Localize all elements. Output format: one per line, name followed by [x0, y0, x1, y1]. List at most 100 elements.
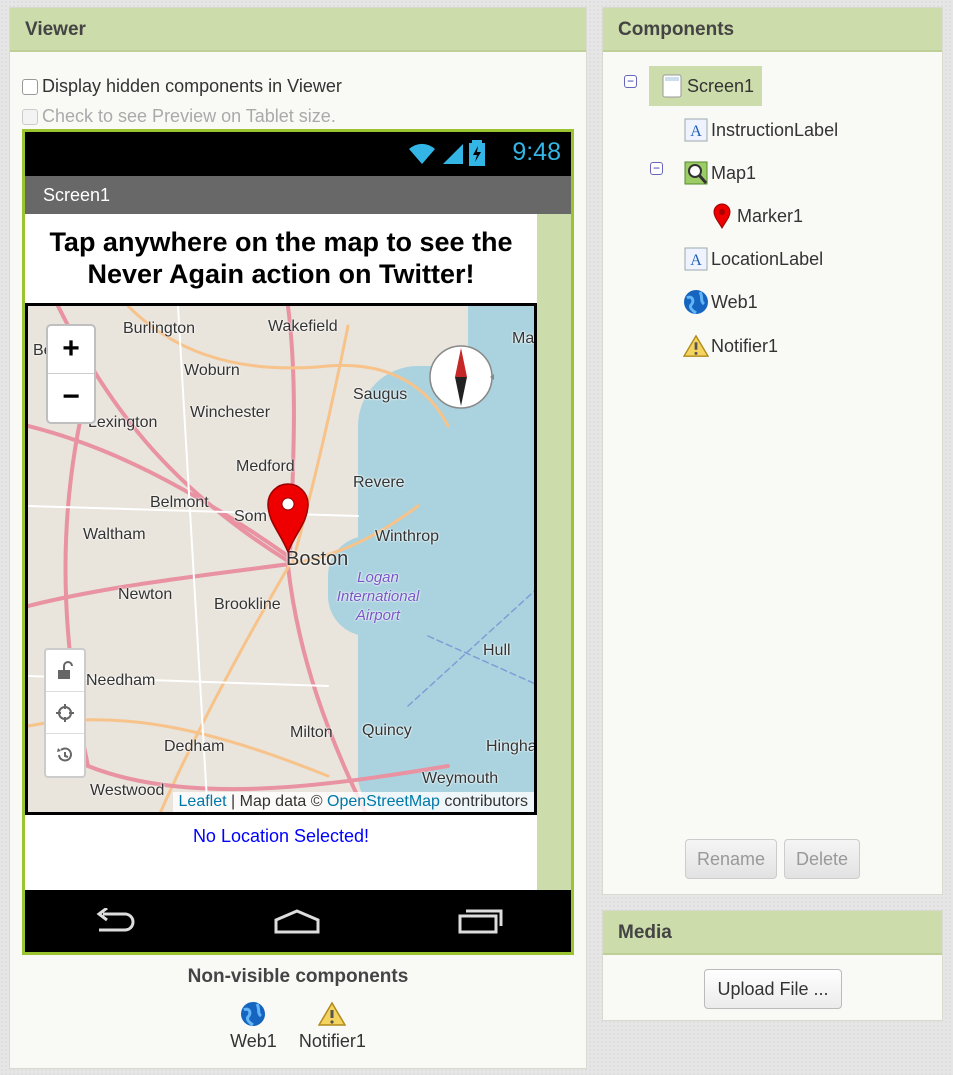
- tree-node-label: InstructionLabel: [711, 119, 839, 140]
- back-icon[interactable]: [93, 908, 137, 934]
- tree-node-instructionlabel[interactable]: A InstructionLabel: [683, 110, 838, 150]
- upload-file-button[interactable]: Upload File ...: [704, 969, 842, 1009]
- map-place-label: Saugus: [353, 386, 408, 403]
- svg-text:A: A: [690, 123, 702, 140]
- instruction-label[interactable]: Tap anywhere on the map to see the Never…: [25, 214, 537, 290]
- map-attribution: Leaflet | Map data © OpenStreetMap contr…: [172, 792, 534, 812]
- signal-icon: [443, 144, 463, 164]
- crosshair-icon[interactable]: [46, 692, 84, 734]
- nonvisible-label: Web1: [230, 1031, 277, 1051]
- map-icon: [683, 160, 709, 186]
- compass-icon[interactable]: [428, 344, 494, 410]
- nonvisible-notifier1[interactable]: Notifier1: [299, 1001, 366, 1052]
- map-place-label: Ma: [512, 330, 535, 347]
- attribution-suffix: contributors: [439, 793, 528, 810]
- osm-link[interactable]: OpenStreetMap: [327, 793, 440, 810]
- android-nav-bar: [25, 890, 571, 952]
- tree-node-marker1[interactable]: Marker1: [709, 196, 803, 236]
- rename-button[interactable]: Rename: [685, 839, 777, 879]
- tree-node-notifier1[interactable]: Notifier1: [683, 326, 778, 366]
- screen-title-bar: Screen1: [25, 176, 571, 214]
- status-time: 9:48: [512, 138, 561, 166]
- screen-body[interactable]: Tap anywhere on the map to see the Never…: [25, 214, 537, 890]
- label-icon: A: [683, 246, 709, 272]
- tree-node-label: Map1: [711, 162, 757, 183]
- collapse-toggle-screen1[interactable]: −: [624, 75, 637, 88]
- map-place-label: Westwood: [90, 782, 165, 799]
- marker-icon: [709, 203, 735, 229]
- tree-node-label: Screen1: [687, 75, 755, 96]
- tablet-preview-checkbox[interactable]: Check to see Preview on Tablet size.: [22, 106, 336, 127]
- globe-icon: [683, 289, 709, 315]
- map-place-label: Revere: [353, 474, 405, 491]
- components-panel: Components − Screen1 A InstructionLabel …: [602, 7, 943, 895]
- nonvisible-components: Web1 Notifier1: [10, 1001, 586, 1052]
- map-place-label: Winthrop: [375, 528, 440, 545]
- tree-node-locationlabel[interactable]: A LocationLabel: [683, 239, 823, 279]
- recents-icon[interactable]: [457, 908, 503, 934]
- phone-preview: 9:48 Screen1 Tap anywhere on the map to …: [22, 129, 574, 955]
- components-header: Components: [603, 8, 942, 52]
- attribution-separator: | Map data ©: [226, 793, 327, 810]
- lock-icon[interactable]: [46, 650, 84, 692]
- home-icon[interactable]: [273, 908, 321, 934]
- display-hidden-label: Display hidden components in Viewer: [42, 76, 342, 96]
- tree-node-label: Notifier1: [711, 335, 779, 356]
- map-place-label: Milton: [290, 724, 333, 741]
- map-place-label: Lexington: [88, 414, 158, 431]
- tree-node-map1[interactable]: Map1: [683, 153, 756, 193]
- checkbox-box[interactable]: [22, 108, 38, 125]
- tree-node-web1[interactable]: Web1: [683, 282, 758, 322]
- screen-scroll-strip: [537, 214, 571, 890]
- location-label[interactable]: No Location Selected!: [25, 826, 537, 847]
- delete-button[interactable]: Delete: [784, 839, 860, 879]
- map-place-label: Weymouth: [422, 770, 499, 787]
- map-place-label: Dedham: [164, 738, 225, 755]
- nonvisible-web1[interactable]: Web1: [230, 1001, 277, 1052]
- zoom-control: + −: [46, 324, 96, 424]
- globe-icon: [241, 1002, 266, 1027]
- map-place-label: Burlington: [123, 320, 196, 337]
- viewer-panel: Viewer Display hidden components in View…: [9, 7, 587, 1069]
- tablet-preview-label: Check to see Preview on Tablet size.: [42, 106, 336, 126]
- map-place-label: Quincy: [362, 722, 412, 739]
- tree-node-label: Marker1: [737, 205, 804, 226]
- zoom-out-button[interactable]: −: [48, 374, 94, 422]
- map-place-label: Needham: [86, 672, 156, 689]
- screen-icon: [659, 73, 685, 99]
- zoom-in-button[interactable]: +: [48, 326, 94, 374]
- label-icon: A: [683, 117, 709, 143]
- checkbox-box[interactable]: [22, 78, 38, 95]
- warning-icon: [318, 1001, 347, 1026]
- wifi-icon: [409, 143, 435, 164]
- map-component[interactable]: Burlington Wakefield Be Ma Woburn Saugus…: [25, 303, 537, 815]
- svg-text:A: A: [690, 252, 702, 269]
- map-place-label: Newton: [118, 586, 173, 603]
- viewer-header: Viewer: [10, 8, 586, 52]
- map-place-label: Logan International Airport: [336, 569, 420, 624]
- display-hidden-checkbox[interactable]: Display hidden components in Viewer: [22, 76, 342, 97]
- map-place-label: Hull: [483, 642, 511, 659]
- media-panel: Media Upload File ...: [602, 910, 943, 1021]
- tree-node-label: Web1: [711, 291, 758, 312]
- map-place-label: Woburn: [184, 362, 240, 379]
- map-marker-icon[interactable]: [266, 482, 310, 554]
- collapse-toggle-map1[interactable]: −: [650, 162, 663, 175]
- map-place-label: Hingha: [486, 738, 537, 755]
- status-icons: [407, 140, 485, 166]
- tree-node-screen1[interactable]: Screen1: [649, 66, 763, 106]
- map-place-label: Som: [234, 508, 267, 525]
- map-place-label: Waltham: [83, 526, 146, 543]
- warning-icon: [683, 333, 709, 359]
- battery-icon: [469, 140, 485, 166]
- nonvisible-title: Non-visible components: [187, 966, 409, 987]
- tree-node-label: LocationLabel: [711, 248, 824, 269]
- history-icon[interactable]: [46, 734, 84, 776]
- map-place-label: Brookline: [214, 596, 281, 613]
- map-place-label: Medford: [236, 458, 295, 475]
- map-place-label: Wakefield: [268, 318, 338, 335]
- map-place-label: Winchester: [190, 404, 271, 421]
- leaflet-link[interactable]: Leaflet: [179, 793, 227, 810]
- media-header: Media: [603, 911, 942, 955]
- map-place-label: Belmont: [150, 494, 209, 511]
